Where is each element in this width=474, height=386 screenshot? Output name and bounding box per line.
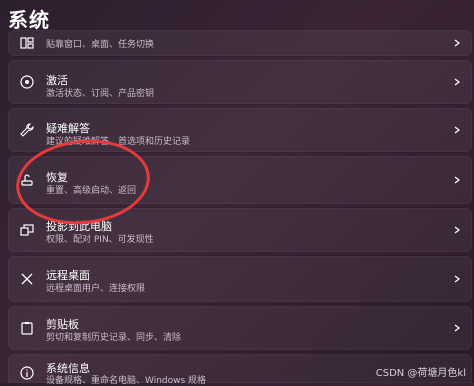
row-subtitle: 贴靠窗口、桌面、任务切换 xyxy=(46,40,155,50)
row-subtitle: 剪切和复制历史记录、同步、清除 xyxy=(46,333,182,343)
row-subtitle: 远程桌面用户、连接权限 xyxy=(46,284,146,294)
chevron-right-icon xyxy=(452,175,462,185)
projection-icon xyxy=(18,221,36,239)
settings-row-multitasking[interactable]: 贴靠窗口、桌面、任务切换 xyxy=(8,30,472,56)
settings-row-remote-desktop[interactable]: 远程桌面 远程桌面用户、连接权限 xyxy=(8,256,472,302)
row-subtitle: 权限、配对 PIN、可发现性 xyxy=(46,235,154,245)
chevron-right-icon xyxy=(452,323,462,333)
chevron-right-icon xyxy=(452,274,462,284)
clipboard-icon xyxy=(18,319,36,337)
chevron-right-icon xyxy=(452,38,462,48)
activation-icon xyxy=(18,73,36,91)
wrench-icon xyxy=(18,121,36,139)
watermark: CSDN @荷塘月色kl xyxy=(375,368,466,379)
chevron-right-icon xyxy=(452,77,462,87)
row-subtitle: 设备规格、重命名电脑、Windows 规格 xyxy=(46,376,207,386)
row-subtitle: 激活状态、订阅、产品密钥 xyxy=(46,89,155,99)
settings-row-clipboard[interactable]: 剪贴板 剪切和复制历史记录、同步、清除 xyxy=(8,306,472,350)
chevron-right-icon xyxy=(452,225,462,235)
chevron-right-icon xyxy=(452,125,462,135)
remote-desktop-icon xyxy=(18,270,36,288)
settings-row-activation[interactable]: 激活 激活状态、订阅、产品密钥 xyxy=(8,60,472,104)
info-icon xyxy=(18,364,36,382)
multitasking-icon xyxy=(18,34,36,52)
